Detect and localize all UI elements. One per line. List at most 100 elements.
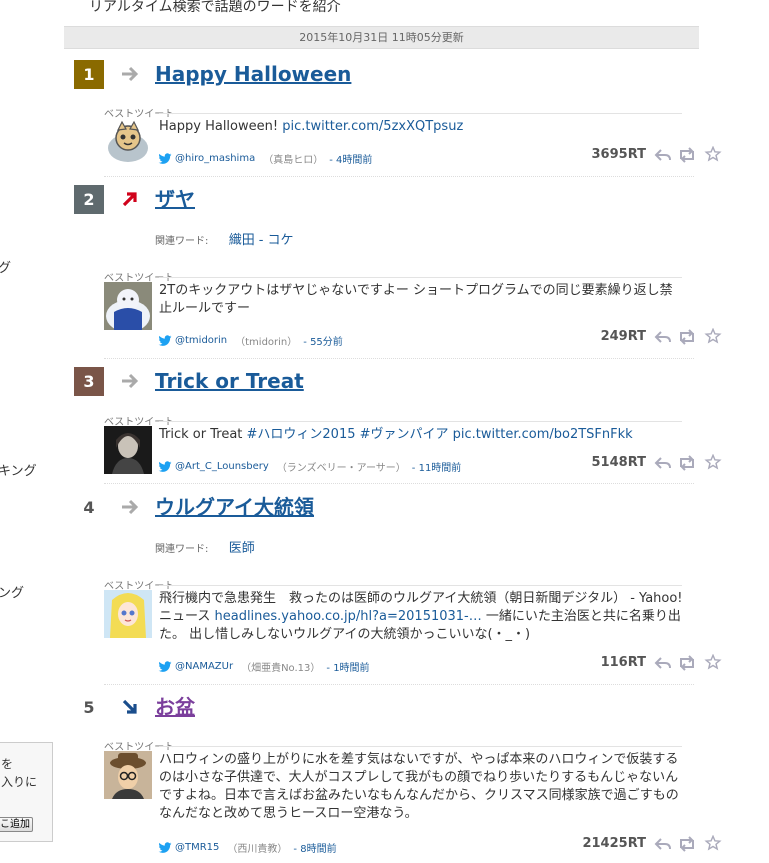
tweet-username[interactable]: @tmidorin — [175, 335, 227, 346]
tweet-meta: @NAMAZUr （畑亜貴No.13） - 1時間前 — [158, 659, 370, 674]
tweet-display-name: （畑亜貴No.13） — [241, 663, 321, 674]
related-words: 関連ワード: 織田 - コケ — [155, 233, 294, 248]
rank-number: 2 — [74, 185, 104, 214]
tweet-display-name: （tmidorin） — [235, 337, 298, 348]
avatar[interactable] — [104, 751, 152, 799]
tagline: リアルタイム検索で話題のワードを紹介 — [89, 0, 341, 15]
best-tweet-4: ベストツイート 飛行機内で急患発生 救ったのは医師のウルグアイ大統領（朝日新聞デ… — [104, 577, 722, 677]
sidebar-box-text-2: 入りに — [1, 775, 38, 789]
tweet-display-name: （西川貴教） — [227, 844, 288, 855]
tweet-text: 飛行機内で急患発生 救ったのは医師のウルグアイ大統領（朝日新聞デジタル） - Y… — [159, 591, 683, 642]
tweet-time[interactable]: - 4時間前 — [329, 151, 372, 166]
sidebar-fragment-3[interactable]: ング — [0, 582, 24, 601]
best-tweet-5: ベストツイート ハロウィンの盛り上がりに水を差す気はないですが、やっぱ本来のハロ… — [104, 738, 722, 858]
tweet-meta: @hiro_mashima （真島ヒロ） - 4時間前 — [158, 151, 372, 166]
tweet-username[interactable]: @hiro_mashima — [175, 153, 255, 164]
avatar[interactable] — [104, 282, 152, 330]
flat-arrow-icon — [122, 66, 139, 82]
tweet-time[interactable]: - 55分前 — [303, 333, 343, 348]
retweet-count: 116RT — [600, 655, 646, 670]
add-favorite-button[interactable]: こ追加 — [0, 817, 33, 832]
retweet-count: 5148RT — [591, 455, 646, 470]
tweet-link[interactable]: #ハロウィン2015 #ヴァンパイア pic.twitter.com/bo2TS… — [247, 427, 633, 442]
avatar[interactable] — [104, 590, 152, 638]
related-word-link[interactable]: 織田 — [229, 233, 255, 248]
flat-arrow-icon — [122, 499, 139, 515]
tweet-username[interactable]: @Art_C_Lounsbery — [175, 461, 269, 472]
twitter-bird-icon — [158, 334, 172, 346]
rank-number: 1 — [74, 60, 104, 89]
retweet-icon[interactable] — [678, 455, 696, 471]
best-tweet-1: ベストツイート Happy Halloween! pic.twitter.com… — [104, 105, 722, 167]
favorite-star-icon[interactable] — [704, 146, 722, 162]
rank-number: 3 — [74, 367, 104, 396]
reply-icon[interactable] — [654, 655, 672, 671]
tweet-text: ハロウィンの盛り上がりに水を差す気はないですが、やっぱ本来のハロウィンで仮装する… — [159, 752, 679, 821]
divider — [104, 684, 694, 685]
down-arrow-icon — [122, 699, 137, 714]
best-tweet-3: ベストツイート Trick or Treat #ハロウィン2015 #ヴァンパイ… — [104, 413, 722, 475]
tweet-meta: @tmidorin （tmidorin） - 55分前 — [158, 333, 343, 348]
retweet-count: 21425RT — [582, 836, 646, 851]
divider — [159, 421, 682, 422]
flat-arrow-icon — [122, 373, 139, 389]
divider — [159, 585, 682, 586]
rank-number: 5 — [83, 698, 95, 717]
trend-word-link[interactable]: ザヤ — [155, 185, 195, 213]
tweet-display-name: （ランズベリー・アーサー） — [276, 463, 406, 474]
twitter-bird-icon — [158, 660, 172, 672]
avatar[interactable] — [104, 426, 152, 474]
tweet-time[interactable]: - 8時間前 — [293, 840, 336, 855]
tweet-text: Trick or Treat #ハロウィン2015 #ヴァンパイア pic.tw… — [159, 427, 633, 442]
tweet-text: Happy Halloween! pic.twitter.com/5zxXQTp… — [159, 119, 464, 134]
tweet-username[interactable]: @NAMAZUr — [175, 661, 233, 672]
update-timestamp: 2015年10月31日 11時05分更新 — [64, 26, 699, 49]
divider — [159, 277, 682, 278]
related-label: 関連ワード: — [155, 544, 209, 555]
retweet-icon[interactable] — [678, 836, 696, 852]
reply-icon[interactable] — [654, 147, 672, 163]
related-word-link[interactable]: コケ — [267, 233, 293, 248]
retweet-count: 249RT — [600, 329, 646, 344]
twitter-bird-icon — [158, 841, 172, 853]
favorite-star-icon[interactable] — [704, 835, 722, 851]
related-label: 関連ワード: — [155, 236, 209, 247]
tweet-text: 2Tのキックアウトはザヤじゃないですよー ショートプログラムでの同じ要素繰り返し… — [159, 283, 673, 316]
tweet-time[interactable]: - 11時間前 — [412, 459, 462, 474]
reply-icon[interactable] — [654, 329, 672, 345]
retweet-icon[interactable] — [678, 329, 696, 345]
sidebar-favorite-box: を 入りに こ追加 — [0, 742, 53, 842]
tweet-display-name: （真島ヒロ） — [263, 155, 324, 166]
twitter-bird-icon — [158, 152, 172, 164]
divider — [104, 358, 694, 359]
favorite-star-icon[interactable] — [704, 454, 722, 470]
sidebar-box-text-1: を — [1, 757, 14, 771]
related-words: 関連ワード: 医師 — [155, 537, 255, 556]
retweet-count: 3695RT — [591, 147, 646, 162]
trend-word-link[interactable]: Trick or Treat — [155, 367, 304, 395]
divider — [159, 113, 682, 114]
divider — [104, 176, 694, 177]
best-tweet-2: ベストツイート 2Tのキックアウトはザヤじゃないですよー ショートプログラムでの… — [104, 269, 722, 349]
favorite-star-icon[interactable] — [704, 654, 722, 670]
divider — [159, 746, 682, 747]
sidebar-fragment-2[interactable]: キング — [0, 460, 37, 479]
tweet-time[interactable]: - 1時間前 — [326, 659, 369, 674]
tweet-link[interactable]: headlines.yahoo.co.jp/hl?a=20151031-… — [214, 609, 481, 624]
trend-word-link[interactable]: Happy Halloween — [155, 60, 351, 88]
sidebar-fragment-1[interactable]: グ — [0, 257, 11, 276]
trend-word-link[interactable]: ウルグアイ大統領 — [155, 493, 314, 521]
retweet-icon[interactable] — [678, 655, 696, 671]
retweet-icon[interactable] — [678, 147, 696, 163]
favorite-star-icon[interactable] — [704, 328, 722, 344]
related-word-link[interactable]: 医師 — [229, 541, 255, 556]
tweet-username[interactable]: @TMR15 — [175, 842, 219, 853]
divider — [104, 483, 694, 484]
reply-icon[interactable] — [654, 455, 672, 471]
twitter-bird-icon — [158, 460, 172, 472]
up-arrow-icon — [122, 192, 137, 207]
reply-icon[interactable] — [654, 836, 672, 852]
avatar[interactable] — [104, 118, 152, 166]
tweet-link[interactable]: pic.twitter.com/5zxXQTpsuz — [282, 119, 463, 134]
trend-word-link[interactable]: お盆 — [155, 693, 195, 721]
